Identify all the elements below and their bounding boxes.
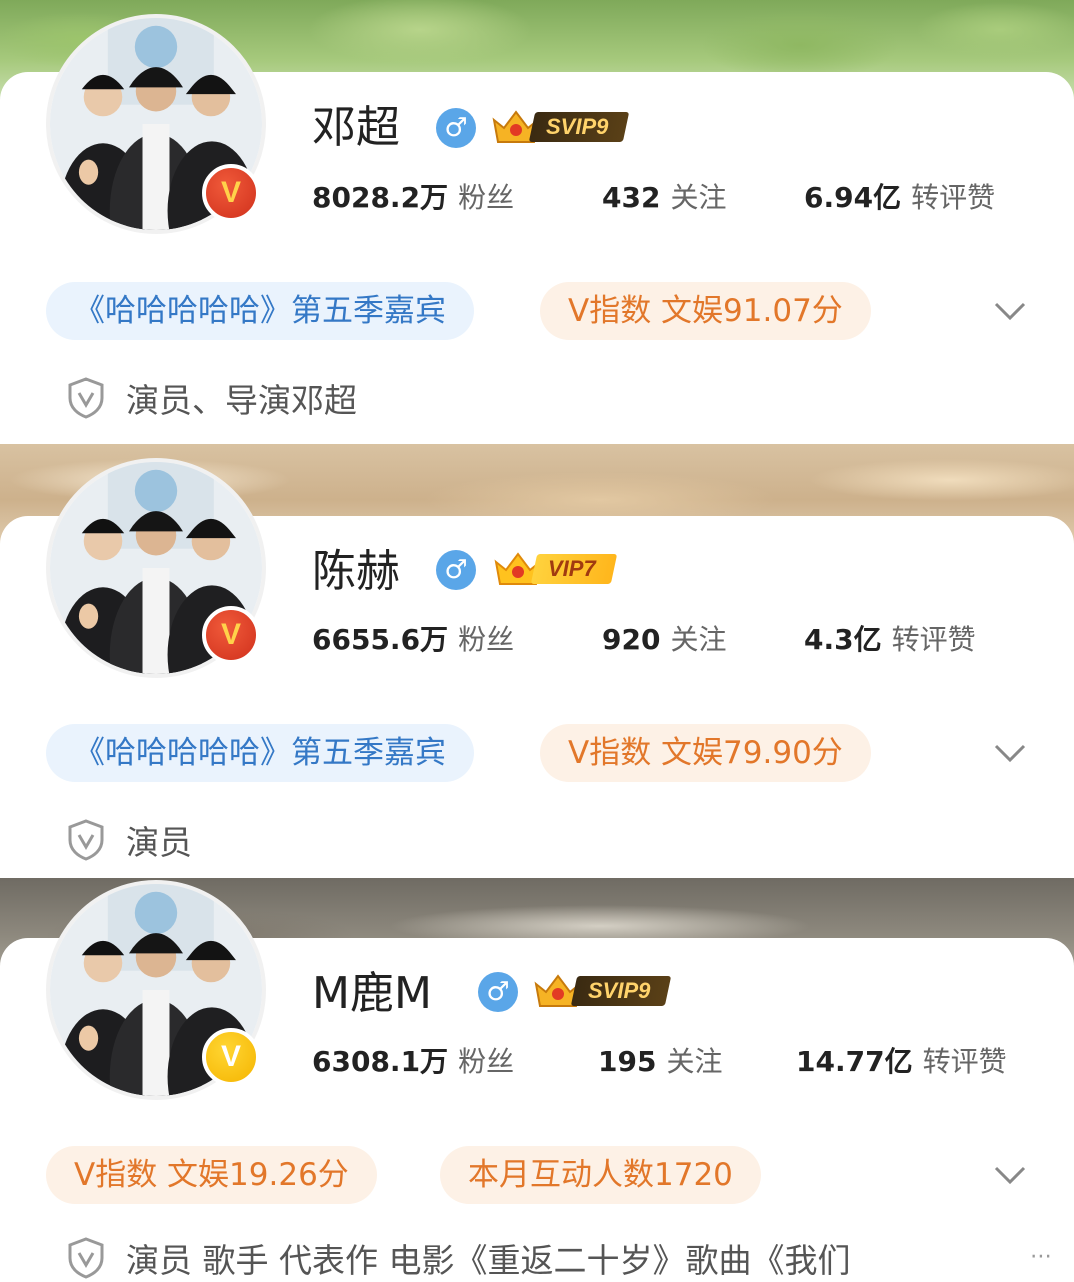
- stat-label: 关注: [666, 1045, 723, 1078]
- guest-tag[interactable]: 《哈哈哈哈哈》第五季嘉宾: [46, 282, 474, 340]
- chevron-down-icon[interactable]: [990, 732, 1030, 772]
- stat-value: 432: [602, 181, 661, 214]
- stat-value: 195: [598, 1045, 657, 1078]
- profile-stats: 8028.2万 粉丝 432 关注 6.94亿 转评赞: [312, 176, 1032, 220]
- profile-stats: 6655.6万 粉丝 920 关注 4.3亿 转评赞: [312, 618, 1032, 662]
- monthly-interaction-tag[interactable]: 本月互动人数1720: [440, 1146, 761, 1204]
- verified-letter: V: [220, 618, 241, 651]
- stat-following[interactable]: 432 关注: [602, 176, 726, 216]
- stat-value: 4.3亿: [804, 623, 882, 656]
- vip-badge[interactable]: VIP7: [492, 548, 617, 590]
- stat-following[interactable]: 920 关注: [602, 618, 726, 658]
- stat-label: 粉丝: [458, 623, 515, 656]
- stat-value: 6308.1万: [312, 1045, 449, 1078]
- stat-value: 14.77亿: [796, 1045, 913, 1078]
- vip-label: VIP7: [548, 556, 596, 581]
- stat-value: 6.94亿: [804, 181, 902, 214]
- guest-tag[interactable]: 《哈哈哈哈哈》第五季嘉宾: [46, 724, 474, 782]
- stat-followers[interactable]: 6655.6万 粉丝: [312, 618, 514, 658]
- stat-label: 粉丝: [458, 181, 515, 214]
- verified-badge-icon: V: [202, 606, 260, 664]
- shield-v-icon: [68, 819, 104, 861]
- chevron-down-icon[interactable]: [990, 1154, 1030, 1194]
- stat-interactions[interactable]: 6.94亿 转评赞: [804, 176, 995, 216]
- profile-description: 演员、导演邓超: [66, 374, 357, 422]
- stat-interactions[interactable]: 14.77亿 转评赞: [796, 1040, 1007, 1080]
- chevron-down-icon[interactable]: [990, 290, 1030, 330]
- profile-name: 邓超: [312, 102, 400, 153]
- stat-label: 转评赞: [911, 181, 996, 214]
- v-index-tag[interactable]: V指数 文娱91.07分: [540, 282, 871, 340]
- verified-badge-icon: V: [202, 1028, 260, 1086]
- profile-name: 陈赫: [312, 546, 400, 597]
- profile-description: 演员 歌手 代表作 电影《重返二十岁》歌曲《我们: [66, 1234, 850, 1282]
- description-text: 演员 歌手 代表作 电影《重返二十岁》歌曲《我们: [126, 1241, 851, 1280]
- stat-label: 关注: [670, 623, 727, 656]
- stat-followers[interactable]: 6308.1万 粉丝: [312, 1040, 514, 1080]
- stat-following[interactable]: 195 关注: [598, 1040, 722, 1080]
- verified-letter: V: [220, 1040, 241, 1073]
- verified-badge-icon: V: [202, 164, 260, 222]
- description-text: 演员: [126, 823, 192, 862]
- text-fade-overlay: [954, 1230, 1074, 1282]
- profile-stats: 6308.1万 粉丝 195 关注 14.77亿 转评赞: [312, 1040, 1032, 1084]
- shield-v-icon: [68, 377, 104, 419]
- male-gender-icon: ♂: [478, 972, 518, 1012]
- v-index-tag[interactable]: V指数 文娱19.26分: [46, 1146, 377, 1204]
- male-gender-icon: ♂: [436, 108, 476, 148]
- stat-value: 920: [602, 623, 661, 656]
- verified-letter: V: [220, 176, 241, 209]
- vip-badge[interactable]: SVIP9: [490, 106, 630, 148]
- stat-label: 转评赞: [891, 623, 976, 656]
- male-gender-icon: ♂: [436, 550, 476, 590]
- overflow-indicator[interactable]: ⋯: [1030, 1244, 1052, 1269]
- stat-label: 转评赞: [922, 1045, 1007, 1078]
- profile-name: M鹿M: [312, 968, 432, 1019]
- description-text: 演员、导演邓超: [126, 381, 357, 420]
- stat-interactions[interactable]: 4.3亿 转评赞: [804, 618, 976, 658]
- stat-label: 粉丝: [458, 1045, 515, 1078]
- shield-v-icon: [68, 1237, 104, 1279]
- vip-label: SVIP9: [546, 114, 609, 139]
- vip-label: SVIP9: [588, 978, 651, 1003]
- stat-value: 6655.6万: [312, 623, 449, 656]
- stat-followers[interactable]: 8028.2万 粉丝: [312, 176, 514, 216]
- stat-value: 8028.2万: [312, 181, 449, 214]
- stat-label: 关注: [670, 181, 727, 214]
- profile-description: 演员: [66, 816, 192, 864]
- v-index-tag[interactable]: V指数 文娱79.90分: [540, 724, 871, 782]
- vip-badge[interactable]: SVIP9: [532, 970, 672, 1012]
